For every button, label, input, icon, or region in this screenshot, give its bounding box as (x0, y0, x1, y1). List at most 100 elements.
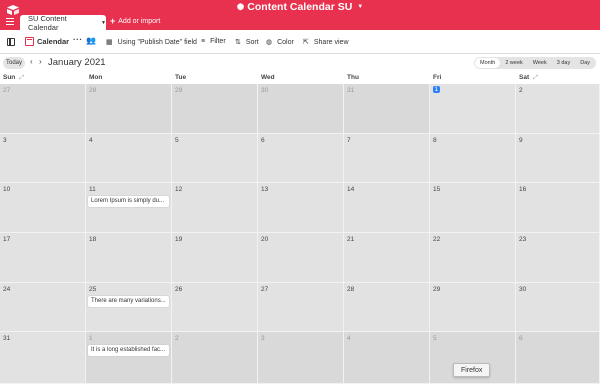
day-number: 27 (3, 87, 11, 94)
day-number: 1 (89, 335, 93, 342)
more-options-icon[interactable]: ··· (73, 35, 83, 44)
sort-button[interactable]: ⇅ Sort (235, 38, 259, 47)
calendar-day-cell[interactable]: 13 (258, 183, 344, 233)
calendar-day-cell[interactable]: 2 (172, 332, 258, 384)
calendar-day-cell[interactable]: 25 There are many variations... (86, 283, 172, 332)
expand-icon[interactable]: ⤢ (533, 75, 538, 81)
collaborators-icon[interactable]: 👥 (86, 36, 96, 45)
calendar-day-cell[interactable]: 27 (258, 283, 344, 332)
sidebar-toggle-icon[interactable] (7, 38, 15, 46)
tab-su-content-calendar[interactable]: SU Content Calendar ▼ (20, 14, 106, 32)
base-title[interactable]: ✺ Content Calendar SU ▼ (0, 1, 600, 13)
day-number: 26 (175, 286, 183, 293)
calendar-day-cell[interactable]: 27 (0, 84, 86, 134)
calendar-day-cell[interactable]: 28 (86, 84, 172, 134)
base-title-text: Content Calendar SU (247, 1, 353, 13)
calendar-day-cell[interactable]: 14 (344, 183, 430, 233)
day-number: 13 (261, 186, 269, 193)
view-switcher[interactable]: Calendar (25, 37, 69, 46)
calendar-day-cell[interactable]: 10 (0, 183, 86, 233)
day-number: 1 (433, 86, 440, 93)
calendar-day-cell[interactable]: 6 (258, 134, 344, 183)
day-number: 15 (433, 186, 441, 193)
calendar-event[interactable]: Lorem Ipsum is simply du... (88, 196, 169, 207)
range-option[interactable]: Day (575, 58, 595, 68)
day-number: 8 (433, 137, 437, 144)
calendar-day-cell[interactable]: 7 (344, 134, 430, 183)
filter-button[interactable]: ≡ Filter (201, 38, 226, 45)
date-field-button[interactable]: ▦ Using "Publish Date" field (106, 38, 197, 47)
today-button[interactable]: Today (3, 57, 25, 69)
calendar-day-cell[interactable]: 17 (0, 233, 86, 283)
calendar-day-cell[interactable]: 22 (430, 233, 516, 283)
next-month-icon[interactable]: › (39, 57, 42, 66)
color-button[interactable]: ◍ Color (266, 38, 294, 47)
calendar-day-cell[interactable]: 19 (172, 233, 258, 283)
range-option[interactable]: Week (528, 58, 552, 68)
calendar-day-cell[interactable]: 31 (344, 84, 430, 134)
calendar-day-cell[interactable]: 20 (258, 233, 344, 283)
calendar-event[interactable]: It is a long established fac... (88, 345, 169, 356)
calendar-nav: Today ‹ › January 2021 Month 2 week Week 3 … (0, 54, 600, 72)
day-number: 11 (89, 186, 96, 193)
menu-icon[interactable] (6, 18, 14, 25)
table-tabs: SU Content Calendar ▼ + Add or import (0, 13, 600, 32)
base-icon: ✺ (236, 1, 245, 12)
calendar-day-cell[interactable]: 4 (86, 134, 172, 183)
calendar-day-cell[interactable]: 28 (344, 283, 430, 332)
add-or-import-label: Add or import (118, 17, 161, 25)
calendar-day-cell[interactable]: 18 (86, 233, 172, 283)
calendar-day-cell[interactable]: 8 (430, 134, 516, 183)
day-number: 6 (261, 137, 265, 144)
day-number: 6 (519, 335, 523, 342)
expand-icon[interactable]: ⤢ (19, 75, 24, 81)
day-number: 3 (3, 137, 7, 144)
day-number: 31 (347, 87, 355, 94)
calendar-day-cell[interactable]: 3 (258, 332, 344, 384)
calendar-day-cell[interactable]: 23 (516, 233, 600, 283)
range-option[interactable]: Month (475, 58, 501, 68)
calendar-day-cell[interactable]: 16 (516, 183, 600, 233)
calendar-day-cell[interactable]: 29 (430, 283, 516, 332)
calendar-grid: 27 28 29 30 31 1 2 3 4 5 6 7 8 9 10 11 Lorem Ipsum is si… (0, 84, 600, 384)
day-number: 23 (519, 236, 527, 243)
calendar-day-cell[interactable]: 31 (0, 332, 86, 384)
chevron-down-icon: ▼ (357, 4, 364, 10)
calendar-day-cell[interactable]: 24 (0, 283, 86, 332)
range-option[interactable]: 3 day (552, 58, 575, 68)
day-number: 9 (519, 137, 523, 144)
calendar-day-cell[interactable]: 30 (516, 283, 600, 332)
calendar-grid-icon: ▦ (106, 39, 113, 46)
day-number: 29 (175, 87, 183, 94)
calendar-day-cell[interactable]: 21 (344, 233, 430, 283)
day-number: 5 (433, 335, 437, 342)
calendar-day-cell[interactable]: 1 (430, 84, 516, 134)
calendar-day-cell[interactable]: 6 (516, 332, 600, 384)
calendar-day-cell[interactable]: 2 (516, 84, 600, 134)
calendar-day-cell[interactable]: 29 (172, 84, 258, 134)
range-option[interactable]: 2 week (500, 58, 527, 68)
calendar-day-cell[interactable]: 30 (258, 84, 344, 134)
calendar-event[interactable]: There are many variations... (88, 296, 169, 307)
calendar-day-cell[interactable]: 4 (344, 332, 430, 384)
calendar-day-cell[interactable]: 12 (172, 183, 258, 233)
calendar-day-cell[interactable]: 1 It is a long established fac... (86, 332, 172, 384)
weekday-text: Sat (519, 74, 530, 81)
share-view-button[interactable]: ⇱ Share view (303, 38, 349, 47)
add-or-import-button[interactable]: + Add or import (110, 16, 160, 26)
calendar-day-cell[interactable]: 9 (516, 134, 600, 183)
weekday-label: Sun ⤢ (3, 74, 24, 82)
date-field-label: Using "Publish Date" field (117, 38, 197, 46)
calendar-day-cell[interactable]: 15 (430, 183, 516, 233)
calendar-day-cell[interactable]: 3 (0, 134, 86, 183)
weekday-text: Mon (89, 74, 103, 81)
calendar-range-selector: Month 2 week Week 3 day Day (474, 57, 596, 69)
calendar-day-cell[interactable]: 5 (172, 134, 258, 183)
app-header: ✺ Content Calendar SU ▼ SU Content Calen… (0, 0, 600, 32)
calendar-day-cell[interactable]: 26 (172, 283, 258, 332)
filter-label: Filter (210, 38, 226, 45)
day-number: 22 (433, 236, 441, 243)
chevron-down-icon[interactable]: ▼ (101, 20, 106, 26)
calendar-day-cell[interactable]: 11 Lorem Ipsum is simply du... (86, 183, 172, 233)
previous-month-icon[interactable]: ‹ (30, 57, 33, 66)
